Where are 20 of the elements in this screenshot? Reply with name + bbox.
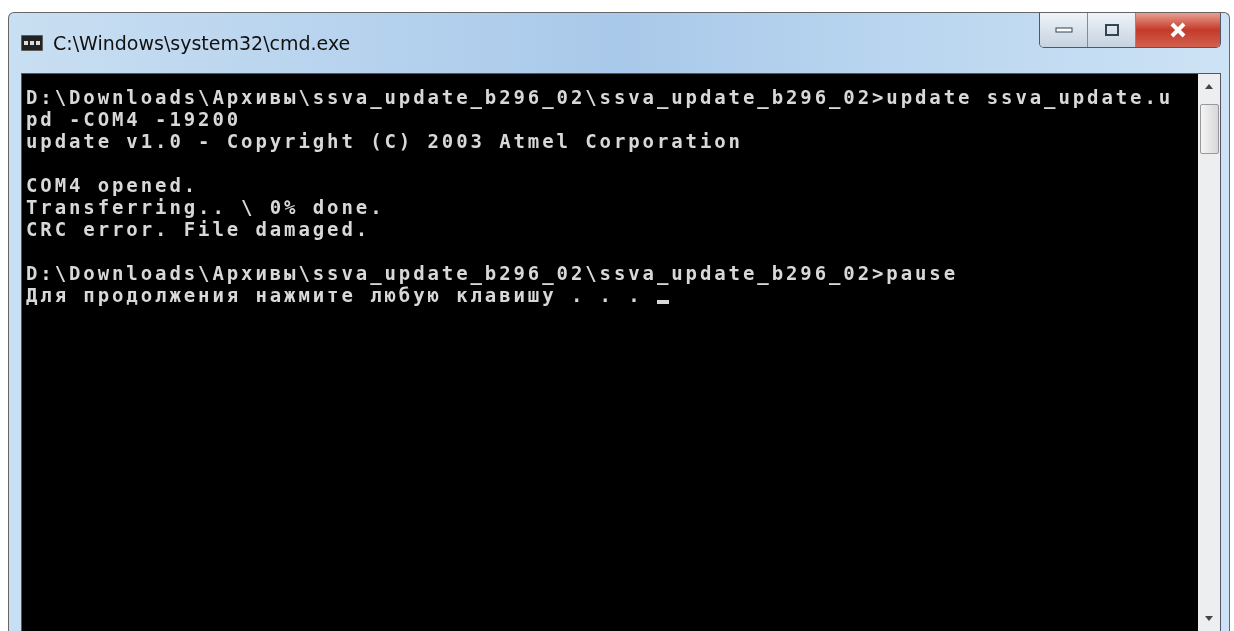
close-icon [1169, 22, 1187, 38]
console-line: COM4 opened. [26, 174, 199, 196]
maximize-icon [1103, 23, 1120, 37]
console-line: pd -COM4 -19200 [26, 108, 242, 130]
close-button[interactable] [1136, 13, 1220, 47]
console-line: update v1.0 - Copyright (C) 2003 Atmel Corporation [26, 130, 743, 152]
console-line: CRC error. File damaged. [26, 218, 371, 240]
text-cursor [656, 300, 669, 304]
console-line: Transferring.. \ 0% done. [26, 196, 385, 218]
minimize-icon [1054, 26, 1073, 34]
scroll-down-icon[interactable] [1204, 615, 1214, 623]
maximize-button[interactable] [1088, 13, 1136, 47]
console-icon [21, 35, 43, 51]
console-line: D:\Downloads\Архивы\ssva_update_b296_02\ssva_update_b296_02>update ssva_update.u [26, 86, 1174, 108]
scrollbar-thumb[interactable] [1199, 104, 1219, 154]
console-line: Для продолжения нажмите любую клавишу . . . [26, 284, 643, 306]
window-title: C:\Windows\system32\cmd.exe [53, 32, 351, 54]
console-line: D:\Downloads\Архивы\ssva_update_b296_02\ssva_update_b296_02>pause [26, 262, 959, 284]
scrollbar[interactable] [1198, 74, 1220, 631]
scroll-up-icon[interactable] [1204, 82, 1214, 90]
